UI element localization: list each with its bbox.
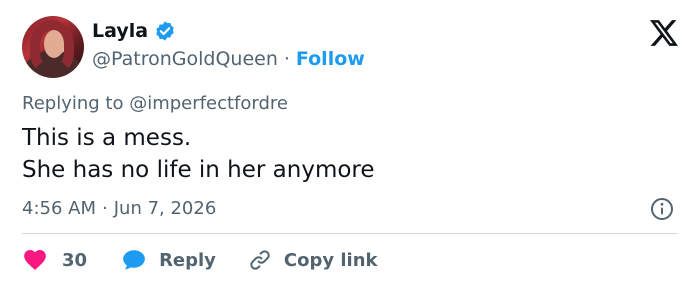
- reply-context-prefix: Replying to: [22, 93, 124, 114]
- like-count: 30: [62, 249, 88, 271]
- tweet-timestamp[interactable]: 4:56 AM · Jun 7, 2026: [22, 198, 216, 219]
- divider: [22, 233, 678, 234]
- timestamp-separator: ·: [102, 198, 108, 219]
- tweet-actions: 30 Reply Copy link: [22, 244, 378, 276]
- author-name-row: Layla: [92, 20, 176, 42]
- reply-mention-link[interactable]: @imperfectfordre: [129, 93, 288, 114]
- x-logo-icon[interactable]: [650, 20, 678, 46]
- link-icon: [250, 250, 270, 270]
- like-button[interactable]: 30: [22, 247, 87, 273]
- avatar-face: [44, 30, 64, 58]
- copy-link-label: Copy link: [283, 249, 378, 271]
- author-handle-row: @PatronGoldQueen · Follow: [92, 48, 365, 70]
- tweet-card: Layla @PatronGoldQueen · Follow Replying…: [0, 0, 700, 287]
- tweet-time: 4:56 AM: [22, 198, 96, 219]
- reply-label: Reply: [159, 249, 216, 271]
- handle-separator: ·: [283, 48, 290, 70]
- author-handle[interactable]: @PatronGoldQueen: [92, 48, 278, 70]
- tweet-line: This is a mess.: [22, 125, 192, 151]
- tweet-date: Jun 7, 2026: [113, 198, 217, 219]
- reply-context: Replying to @imperfectfordre: [22, 93, 288, 114]
- speech-bubble-icon: [123, 250, 145, 270]
- avatar[interactable]: [22, 16, 84, 78]
- copy-link-button[interactable]: Copy link: [248, 248, 378, 272]
- reply-button[interactable]: Reply: [121, 247, 216, 273]
- author-display-name[interactable]: Layla: [92, 20, 148, 42]
- info-icon[interactable]: [650, 197, 674, 221]
- tweet-text: This is a mess. She has no life in her a…: [22, 122, 375, 186]
- follow-button[interactable]: Follow: [296, 48, 365, 70]
- heart-icon: [24, 250, 46, 270]
- tweet-line: She has no life in her anymore: [22, 157, 375, 183]
- verified-badge-icon: [156, 21, 174, 41]
